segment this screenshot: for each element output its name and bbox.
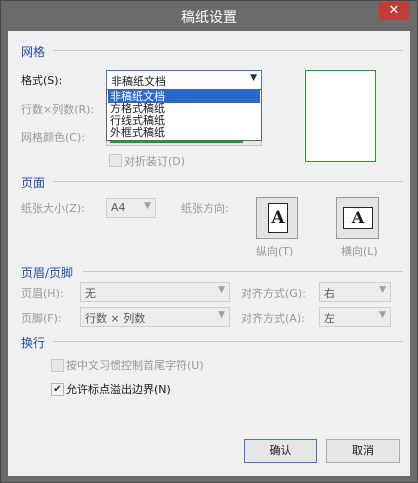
portrait-page-icon: A bbox=[268, 203, 288, 233]
orientation-label: 纸张方向: bbox=[181, 202, 229, 215]
chevron-down-icon: ▼ bbox=[379, 285, 386, 295]
chevron-down-icon: ▼ bbox=[218, 285, 225, 295]
format-label: 格式(S): bbox=[21, 74, 63, 87]
wrap-option1-checkbox[interactable] bbox=[51, 359, 64, 372]
fold-label: 对折装订(D) bbox=[124, 155, 186, 168]
wrap-option1-label: 按中文习惯控制首尾字符(U) bbox=[66, 359, 204, 372]
section-divider bbox=[53, 341, 403, 342]
fold-checkbox[interactable] bbox=[109, 154, 122, 167]
dialog-body: 网格 格式(S): 非稿纸文档 ▼ 行数×列数(R): 网格颜色(C): 非稿纸… bbox=[8, 31, 410, 476]
section-title-page: 页面 bbox=[21, 176, 46, 190]
paper-size-select[interactable]: A4 ▼ bbox=[106, 198, 156, 218]
landscape-label: 横向(L) bbox=[341, 245, 378, 258]
cancel-button[interactable]: 取消 bbox=[326, 439, 400, 463]
header-select[interactable]: 无 ▼ bbox=[80, 282, 230, 302]
section-title-grid: 网格 bbox=[21, 45, 46, 59]
section-title-header-footer: 页眉/页脚 bbox=[21, 266, 74, 280]
dialog-window: 稿纸设置 ✕ 网格 格式(S): 非稿纸文档 ▼ 行数×列数(R): 网格颜色(… bbox=[0, 0, 418, 483]
chevron-down-icon: ▼ bbox=[218, 310, 225, 320]
title-bar[interactable]: 稿纸设置 ✕ bbox=[1, 1, 417, 31]
format-dropdown-list: 非稿纸文档 方格式稿纸 行线式稿纸 外框式稿纸 bbox=[106, 89, 262, 141]
ok-button[interactable]: 确认 bbox=[244, 439, 317, 463]
portrait-label: 纵向(T) bbox=[256, 245, 294, 258]
grid-preview bbox=[305, 70, 376, 162]
checkmark-icon: ✔ bbox=[53, 384, 62, 395]
header-align-value: 右 bbox=[324, 287, 335, 300]
footer-align-label: 对齐方式(A): bbox=[241, 312, 305, 325]
wrap-option2-checkbox[interactable]: ✔ bbox=[51, 383, 64, 396]
landscape-button[interactable]: A bbox=[336, 197, 379, 239]
grid-color-label: 网格颜色(C): bbox=[21, 131, 85, 144]
section-divider bbox=[83, 271, 403, 272]
format-select[interactable]: 非稿纸文档 ▼ bbox=[106, 70, 262, 90]
header-label: 页眉(H): bbox=[21, 287, 64, 300]
footer-select[interactable]: 行数 × 列数 ▼ bbox=[80, 307, 230, 327]
chevron-down-icon: ▼ bbox=[379, 310, 386, 320]
footer-align-value: 左 bbox=[324, 312, 335, 325]
rows-cols-label: 行数×列数(R): bbox=[21, 103, 95, 116]
portrait-button[interactable]: A bbox=[256, 197, 298, 239]
close-icon[interactable]: ✕ bbox=[379, 2, 409, 20]
format-select-value: 非稿纸文档 bbox=[111, 75, 166, 88]
section-title-wrap: 换行 bbox=[21, 336, 46, 350]
header-align-label: 对齐方式(G): bbox=[241, 287, 306, 300]
footer-value: 行数 × 列数 bbox=[85, 312, 146, 325]
footer-label: 页脚(F): bbox=[21, 312, 62, 325]
paper-size-label: 纸张大小(Z): bbox=[21, 202, 85, 215]
landscape-page-icon: A bbox=[343, 207, 373, 229]
dropdown-option[interactable]: 外框式稿纸 bbox=[108, 126, 258, 139]
footer-align-select[interactable]: 左 ▼ bbox=[319, 307, 391, 327]
paper-size-value: A4 bbox=[111, 201, 126, 214]
chevron-down-icon: ▼ bbox=[144, 201, 151, 211]
header-value: 无 bbox=[85, 287, 96, 300]
wrap-option2-label: 允许标点溢出边界(N) bbox=[66, 383, 171, 396]
section-divider bbox=[53, 181, 403, 182]
dialog-title: 稿纸设置 bbox=[181, 10, 237, 26]
section-divider bbox=[53, 50, 403, 51]
chevron-down-icon: ▼ bbox=[250, 73, 257, 83]
header-align-select[interactable]: 右 ▼ bbox=[319, 282, 391, 302]
